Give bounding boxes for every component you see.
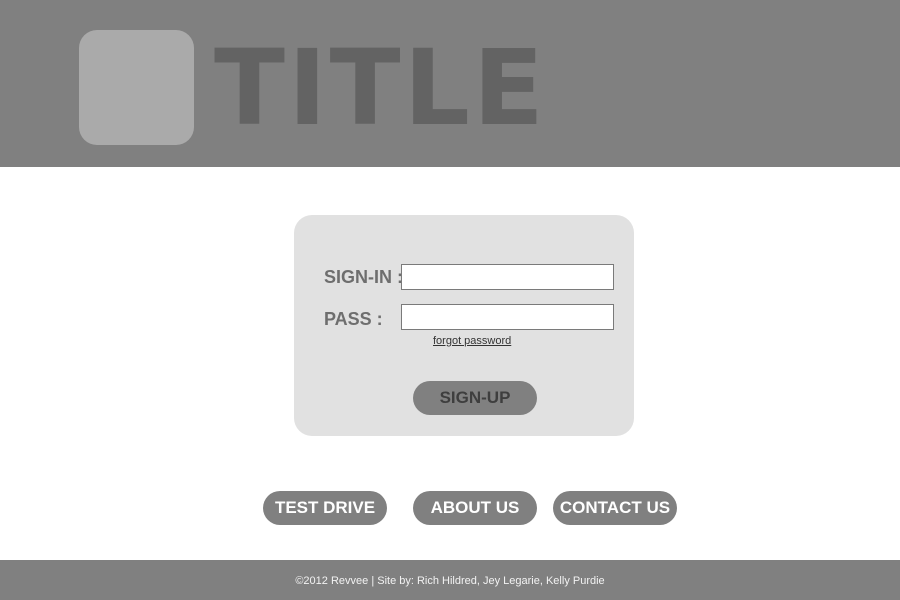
forgot-password-link[interactable]: forgot password xyxy=(433,335,511,347)
footer: ©2012 Revvee | Site by: Rich Hildred, Je… xyxy=(0,560,900,600)
footer-credits: ©2012 Revvee | Site by: Rich Hildred, Je… xyxy=(295,575,605,587)
password-input[interactable] xyxy=(401,304,614,330)
signin-input[interactable] xyxy=(401,264,614,290)
test-drive-button[interactable]: TEST DRIVE xyxy=(263,491,387,525)
site-title: TITLE xyxy=(214,27,547,149)
signup-button[interactable]: SIGN-UP xyxy=(413,381,537,415)
logo-placeholder xyxy=(79,30,194,145)
contact-us-button[interactable]: CONTACT US xyxy=(553,491,677,525)
about-us-button[interactable]: ABOUT US xyxy=(413,491,537,525)
header: TITLE xyxy=(0,0,900,167)
page: TITLE SIGN-IN : PASS : forgot password S… xyxy=(0,0,900,600)
pass-label: PASS : xyxy=(324,309,383,329)
signin-label: SIGN-IN : xyxy=(324,267,403,287)
login-card: SIGN-IN : PASS : forgot password SIGN-UP xyxy=(294,215,634,436)
